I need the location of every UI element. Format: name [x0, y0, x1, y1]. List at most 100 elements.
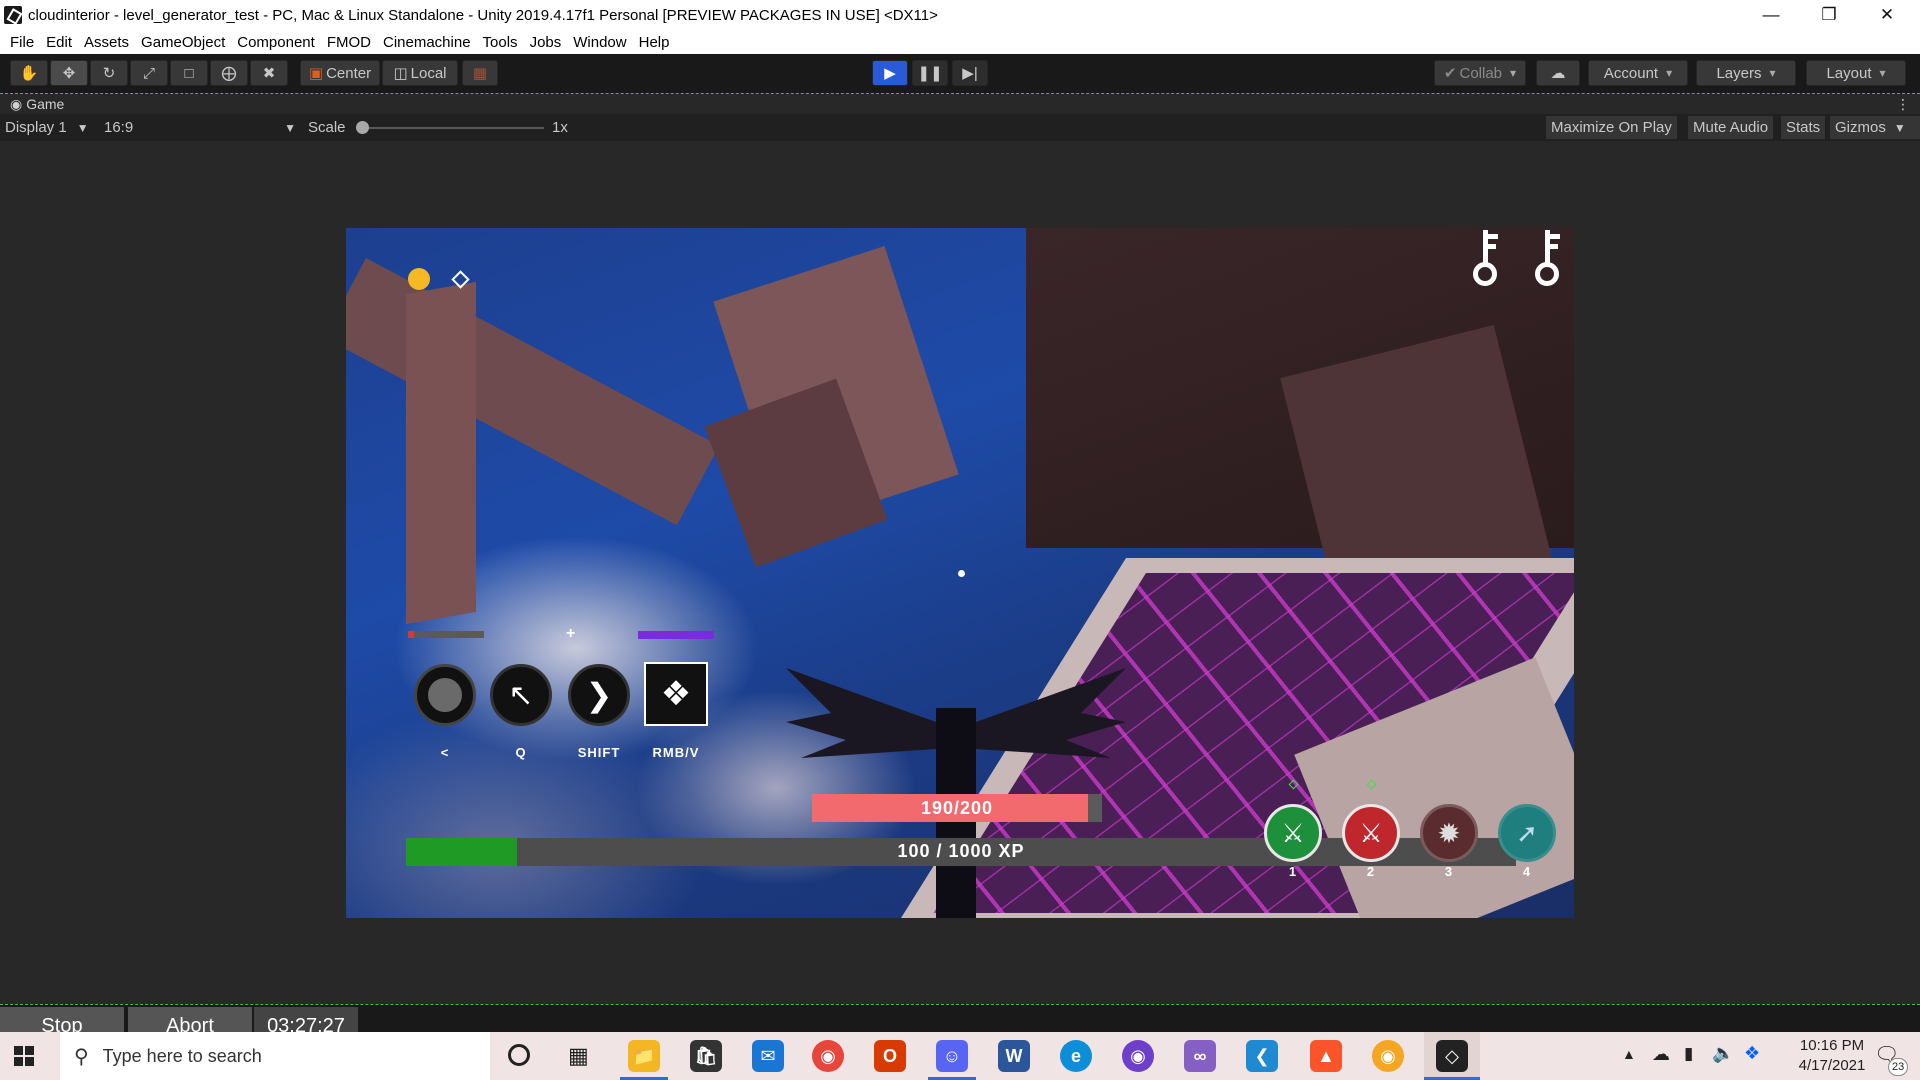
restore-button[interactable]: ❐	[1800, 0, 1858, 30]
play-button[interactable]: ▶	[872, 60, 908, 86]
ability-slot-shield[interactable]	[414, 664, 476, 726]
account-dropdown[interactable]: Account	[1588, 60, 1688, 86]
mail-icon[interactable]: ✉	[752, 1040, 784, 1072]
cloud-icon: ☁	[1550, 65, 1566, 82]
mute-audio-toggle[interactable]: Mute Audio	[1688, 116, 1774, 139]
item-slot-number: 1	[1288, 864, 1298, 879]
move-tool[interactable]: ✥	[50, 60, 88, 86]
wrench-icon: ✖	[262, 65, 276, 82]
hand-tool[interactable]: ✋	[10, 60, 48, 86]
burst-icon: ✹	[1437, 817, 1461, 849]
pause-button[interactable]: ❚❚	[912, 60, 948, 86]
gizmos-label: Gizmos	[1835, 119, 1886, 136]
rotate-icon: ↻	[102, 65, 116, 82]
edge-icon[interactable]: e	[1060, 1040, 1092, 1072]
feather-icon: ➚	[1516, 817, 1538, 848]
pivot-local-toggle[interactable]: ◫ Local	[382, 60, 458, 86]
task-view-icon[interactable]: ▦	[568, 1043, 589, 1069]
pivot-center-toggle[interactable]: ▣ Center	[300, 60, 380, 86]
scale-slider-handle[interactable]	[356, 121, 369, 134]
layers-dropdown[interactable]: Layers	[1696, 60, 1796, 86]
office-icon[interactable]: O	[874, 1040, 906, 1072]
menu-window[interactable]: Window	[567, 34, 632, 51]
menu-file[interactable]: File	[4, 34, 40, 51]
step-button[interactable]: ▶|	[952, 60, 988, 86]
menu-fmod[interactable]: FMOD	[321, 34, 377, 51]
word-icon[interactable]: W	[998, 1040, 1030, 1072]
unity-taskbar-item[interactable]: ◇	[1424, 1032, 1480, 1080]
gizmos-dropdown[interactable]: Gizmos ▼	[1830, 116, 1920, 139]
item-slot-number: 2	[1366, 864, 1376, 879]
brave-icon[interactable]: ▲	[1310, 1040, 1342, 1072]
game-tab-label: Game	[26, 96, 65, 112]
menu-gameobject[interactable]: GameObject	[135, 34, 231, 51]
pause-icon: ❚❚	[917, 65, 943, 82]
store-icon[interactable]: 🛍	[690, 1040, 722, 1072]
game-viewport[interactable]: + ↖ ❯ ❖ < Q SHIFT RMB/V 190/200 100 / 10…	[346, 228, 1574, 918]
discord-icon[interactable]: ☺	[936, 1040, 968, 1072]
rotate-tool[interactable]: ↻	[90, 60, 128, 86]
menu-jobs[interactable]: Jobs	[524, 34, 568, 51]
menu-edit[interactable]: Edit	[40, 34, 78, 51]
scythe-icon: ↖	[508, 678, 534, 712]
windows-start-button[interactable]	[14, 1046, 34, 1066]
menu-help[interactable]: Help	[633, 34, 676, 51]
close-button[interactable]: ✕	[1858, 0, 1916, 30]
pivot-icon: ▣	[308, 65, 324, 82]
github-desktop-icon[interactable]: ◉	[1122, 1040, 1154, 1072]
layout-dropdown[interactable]: Layout	[1806, 60, 1906, 86]
item-slot-4[interactable]: ➚	[1498, 804, 1556, 862]
tab-menu-icon[interactable]: ⋮	[1896, 96, 1910, 113]
wings-icon: ❖	[660, 675, 692, 713]
scale-slider-track[interactable]	[358, 127, 544, 129]
item-slot-2[interactable]: ⚔	[1342, 804, 1400, 862]
rect-icon: □	[184, 64, 194, 82]
file-explorer-icon[interactable]: 📁	[628, 1040, 660, 1072]
snap-toggle[interactable]: ▦	[462, 60, 498, 86]
custom-tool[interactable]: ✖	[250, 60, 288, 86]
chevron-up-icon[interactable]: ▲	[1622, 1046, 1636, 1062]
item-slot-1[interactable]: ⚔	[1264, 804, 1322, 862]
transform-icon: ⨁	[221, 65, 237, 82]
collab-dropdown[interactable]: ✔ Collab	[1434, 60, 1526, 86]
chrome-canary-icon[interactable]: ◉	[1372, 1040, 1404, 1072]
aspect-label: 16:9	[104, 119, 134, 136]
ability-slot-dash[interactable]: ❯	[568, 664, 630, 726]
vscode-icon[interactable]: ❮	[1246, 1040, 1278, 1072]
rect-tool[interactable]: □	[170, 60, 208, 86]
cloud-button[interactable]: ☁	[1536, 60, 1580, 86]
minimize-button[interactable]: —	[1742, 0, 1800, 30]
menu-component[interactable]: Component	[231, 34, 321, 51]
ability-key-label: SHIFT	[577, 745, 621, 760]
ability-cooldown-bar	[408, 631, 484, 638]
item-slot-3[interactable]: ✹	[1420, 804, 1478, 862]
volume-icon[interactable]: 🔈	[1712, 1043, 1734, 1064]
battery-icon[interactable]: ▮	[1684, 1044, 1693, 1064]
visual-studio-icon[interactable]: ∞	[1184, 1040, 1216, 1072]
menu-cinemachine[interactable]: Cinemachine	[377, 34, 477, 51]
ability-slot-wings[interactable]: ❖	[644, 662, 708, 726]
chrome-icon[interactable]: ◉	[812, 1040, 844, 1072]
scale-tool[interactable]: ⤢	[130, 60, 168, 86]
collab-label: Collab	[1459, 64, 1503, 82]
window-title: cloudinterior - level_generator_test - P…	[28, 6, 938, 24]
menu-assets[interactable]: Assets	[78, 34, 135, 51]
ability-key-label: <	[440, 745, 450, 760]
cortana-icon[interactable]	[508, 1044, 530, 1066]
potion-icon: ⚔	[1359, 817, 1383, 848]
game-tab[interactable]: ◉ Game ⋮	[0, 94, 1920, 114]
display-dropdown[interactable]: Display 1 ▼	[5, 117, 89, 138]
chevron-down-icon: ▼	[1893, 120, 1906, 135]
ability-slot-scythe[interactable]: ↖	[490, 664, 552, 726]
search-box[interactable]: ⚲ Type here to search	[60, 1032, 490, 1080]
onedrive-icon[interactable]: ☁	[1652, 1044, 1670, 1065]
transform-tool[interactable]: ⨁	[210, 60, 248, 86]
scene-wings-left	[786, 668, 936, 758]
menu-tools[interactable]: Tools	[477, 34, 524, 51]
maximize-on-play-toggle[interactable]: Maximize On Play	[1546, 116, 1677, 139]
coin-icon	[408, 268, 430, 290]
stats-toggle[interactable]: Stats	[1781, 116, 1826, 139]
ability-key-label: Q	[515, 745, 527, 760]
dropbox-icon[interactable]: ❖	[1744, 1043, 1760, 1064]
aspect-dropdown[interactable]: 16:9 ▼	[104, 117, 298, 138]
